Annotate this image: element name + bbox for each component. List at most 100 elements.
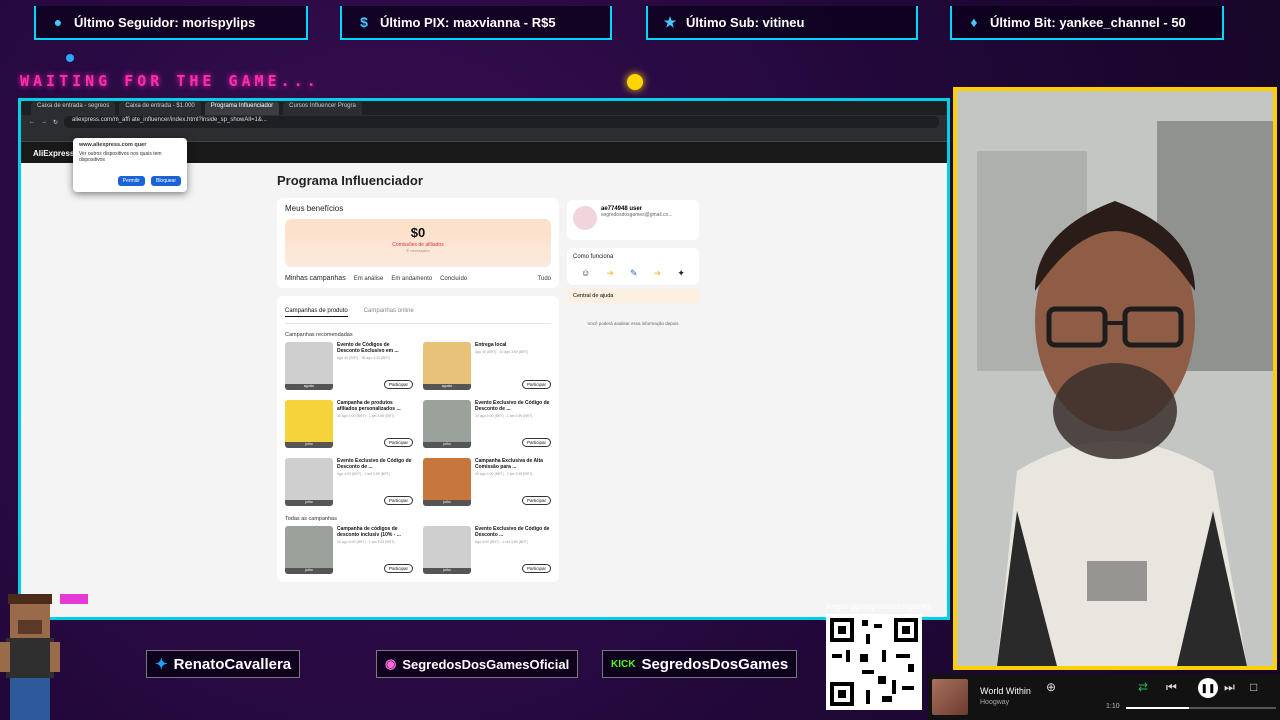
- campaign-card[interactable]: agosto Entrega local Ago 40 (BRT) - 10 ag…: [423, 342, 551, 392]
- popup-site: www.aliexpress.com quer: [79, 142, 147, 148]
- join-button[interactable]: Participar: [383, 564, 413, 573]
- campaign-tag: julho: [285, 442, 333, 448]
- browser-tab-active[interactable]: Programa Influenciador: [204, 102, 280, 115]
- campaign-tabs: Campanhas de produto Campanhas online: [285, 302, 551, 324]
- reload-icon[interactable]: ↻: [53, 119, 58, 126]
- status-review[interactable]: Em análise: [354, 276, 384, 282]
- campaign-dates: 30 ago 4:00 (BRT) - 1 set 3:59 (BRT): [337, 414, 395, 418]
- star-icon: ★: [663, 13, 677, 30]
- page-content: Programa Influenciador Meus benefícios $…: [21, 163, 947, 617]
- pencil-icon: ✎: [630, 268, 638, 278]
- arrow-icon: ➜: [653, 268, 662, 278]
- campaign-card[interactable]: julho Campanha de códigos de desconto in…: [285, 526, 413, 576]
- campaign-tag: julho: [423, 568, 471, 574]
- status-done[interactable]: Concluído: [440, 276, 467, 282]
- forward-icon[interactable]: →: [41, 119, 47, 125]
- campaigns-card: Campanhas de produto Campanhas online Ca…: [277, 296, 559, 582]
- all-campaigns-grid: julho Campanha de códigos de desconto in…: [285, 526, 551, 576]
- campaign-card[interactable]: julho Evento Exclusivo de Código de Desc…: [423, 400, 551, 450]
- address-bar: ← → ↻ aliexpress.com/m_affi ate_influenc…: [21, 115, 947, 129]
- campaign-name: Campanha de códigos de desconto inclusiv…: [337, 526, 401, 538]
- aliexpress-logo[interactable]: AliExpress: [33, 149, 74, 158]
- campaign-card[interactable]: agosto Evento de Códigos de Desconto Exc…: [285, 342, 413, 392]
- campaign-dates: 20 ago 4:00 (BRT) - 1 set 3:59 (BRT): [475, 414, 533, 418]
- browser-tabs: Caixa de entrada - segreos Caixa de entr…: [21, 101, 947, 115]
- benefits-title: Meus benefícios: [285, 204, 344, 213]
- alert-bit: ♦ Último Bit: yankee_channel - 50: [950, 6, 1224, 40]
- diamond-icon: ♦: [970, 14, 978, 30]
- recommended-heading: Campanhas recomendadas: [285, 332, 353, 338]
- browser-tab[interactable]: Cursos Influencer Progra: [283, 102, 362, 115]
- all-link[interactable]: Tudo: [538, 276, 551, 282]
- join-button[interactable]: Participar: [383, 496, 413, 505]
- pixel-character-image: [0, 594, 88, 720]
- album-cover: [932, 679, 968, 715]
- campaign-thumbnail: julho: [423, 400, 471, 448]
- block-button[interactable]: Bloquear: [150, 176, 181, 186]
- add-icon[interactable]: ⊕: [1046, 680, 1056, 694]
- tab-product-campaigns[interactable]: Campanhas de produto: [285, 308, 348, 317]
- tab-online-campaigns[interactable]: Campanhas online: [364, 308, 414, 317]
- campaign-thumbnail: julho: [285, 526, 333, 574]
- campaign-card[interactable]: julho Campanha Exclusiva de Alta Comissã…: [423, 458, 551, 508]
- arrow-icon: ➜: [606, 268, 614, 278]
- url-input[interactable]: aliexpress.com/m_affi ate_influencer/ind…: [64, 116, 939, 128]
- alert-bit-text: Último Bit: yankee_channel - 50: [990, 14, 1186, 30]
- balance-box[interactable]: $0 Comissões de afiliados É necessário: [285, 219, 551, 267]
- campaign-name: Evento Exclusivo de Código de Desconto .…: [475, 526, 550, 538]
- browser-tab[interactable]: Caixa de entrada - $1.000: [119, 102, 201, 115]
- campaign-card[interactable]: julho Evento Exclusivo de Código de Desc…: [285, 458, 413, 508]
- progress-bar[interactable]: [1126, 707, 1276, 709]
- balance-note: É necessário: [406, 248, 430, 253]
- allow-button[interactable]: Permitir: [117, 176, 145, 186]
- campaign-tag: julho: [423, 442, 471, 448]
- instagram-icon: ◉: [385, 656, 397, 671]
- recommended-grid: agosto Evento de Códigos de Desconto Exc…: [285, 342, 551, 508]
- person-icon: ●: [53, 14, 63, 30]
- social-kick: KICK SegredosDosGames: [602, 650, 798, 678]
- tooltip-text: Você poderá analisar essa informação dep…: [587, 321, 679, 326]
- status-progress[interactable]: Em andamento: [391, 276, 432, 282]
- shuffle-icon[interactable]: ⇄: [1138, 680, 1148, 694]
- my-campaigns-label: Minhas campanhas: [285, 275, 346, 282]
- alert-pix-text: Último PIX: maxvianna - R$5: [380, 14, 556, 30]
- campaign-name: Evento Exclusivo de Código de Desconto d…: [475, 400, 550, 412]
- join-button[interactable]: Participar: [383, 380, 413, 389]
- previous-icon[interactable]: ⏮: [1166, 680, 1177, 695]
- back-icon[interactable]: ←: [29, 119, 35, 125]
- track-time: 1:10: [1106, 703, 1120, 710]
- campaign-card[interactable]: julho Campanha de produtos afiliados per…: [285, 400, 413, 450]
- profile-card[interactable]: ae774948 user segredosdosgames@gmail.co.…: [567, 200, 699, 240]
- track-artist: Hoogway: [980, 699, 1010, 706]
- join-button[interactable]: Participar: [521, 564, 551, 573]
- kick-handle: SegredosDosGames: [641, 655, 789, 673]
- join-button[interactable]: Participar: [521, 496, 551, 505]
- alert-sub: ★ Último Sub: vitineu: [646, 6, 918, 40]
- how-it-works-title: Como funciona: [573, 254, 614, 260]
- screen-capture: Caixa de entrada - segreos Caixa de entr…: [18, 98, 950, 620]
- next-icon[interactable]: ⏭: [1224, 680, 1235, 695]
- popup-text: Ver outros dispositivos nos quais tem di…: [79, 151, 162, 163]
- alert-follower-text: Último Seguidor: morispylips: [74, 14, 256, 30]
- join-button[interactable]: Participar: [521, 380, 551, 389]
- campaign-tag: agosto: [285, 384, 333, 390]
- alert-follower: ● Último Seguidor: morispylips: [34, 6, 308, 40]
- dollar-icon: $: [360, 14, 368, 30]
- campaign-card[interactable]: julho Evento Exclusivo de Código de Desc…: [423, 526, 551, 576]
- twitter-icon: ✦: [155, 656, 168, 673]
- smile-icon: ☺: [581, 268, 591, 278]
- campaign-thumbnail: julho: [285, 400, 333, 448]
- progress-fill: [1126, 707, 1189, 709]
- decor-dot: [66, 54, 74, 62]
- campaign-thumbnail: agosto: [285, 342, 333, 390]
- join-button[interactable]: Participar: [383, 438, 413, 447]
- party-icon: ✦: [677, 268, 685, 278]
- twitter-handle: RenatoCavallera: [173, 655, 292, 673]
- join-button[interactable]: Participar: [521, 438, 551, 447]
- browser-tab[interactable]: Caixa de entrada - segreos: [31, 102, 116, 115]
- campaign-name: Evento Exclusivo de Código de Desconto d…: [337, 458, 412, 470]
- campaign-dates: 26 ago 4:00 (BRT) - 1 set 3:59 (BRT): [475, 472, 533, 476]
- pause-button[interactable]: ❚❚: [1198, 678, 1218, 698]
- lyrics-icon[interactable]: □: [1250, 680, 1257, 694]
- help-center-link[interactable]: Central de ajuda: [567, 289, 699, 303]
